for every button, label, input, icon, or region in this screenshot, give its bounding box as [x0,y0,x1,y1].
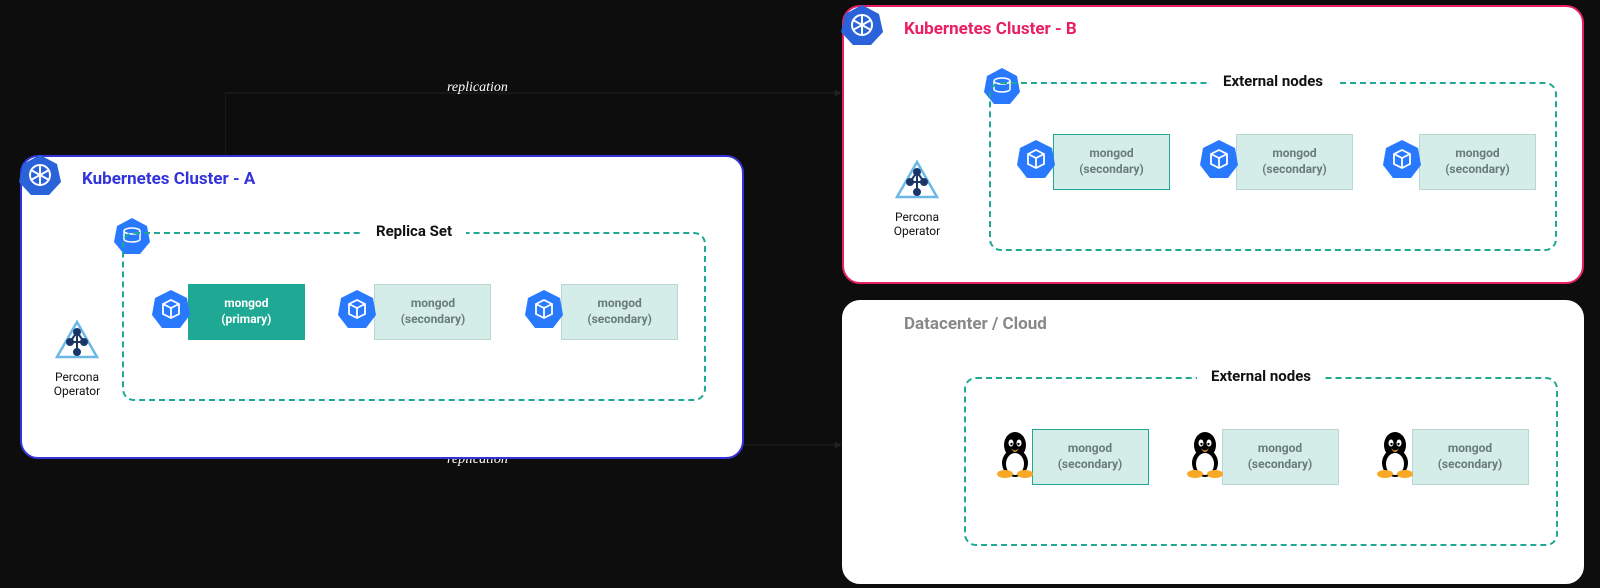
group-title: External nodes [1197,367,1325,385]
replica-set-group: Replica Set mongod(primary)mongod(second… [122,232,706,401]
node-row: mongod(primary) mongod(secondary) mongod(s… [124,234,704,340]
mongod-node: mongod(secondary) [336,284,491,340]
mongod-node: mongod(secondary) [1198,134,1353,190]
group-title: External nodes [1209,72,1337,90]
node-label: mongod(secondary) [1222,429,1339,485]
percona-operator: Percona Operator [52,317,102,398]
cluster-a: Kubernetes Cluster - A Percona Operator … [20,155,744,459]
node-row: mongod(secondary) mongod(secondary) mongod… [991,84,1555,190]
mongod-node: mongod(secondary) [1374,429,1529,485]
node-label: mongod(primary) [188,284,305,340]
node-label: mongod(secondary) [1236,134,1353,190]
mongod-node: mongod(secondary) [1184,429,1339,485]
cube-icon [150,289,192,335]
datacenter: Datacenter / Cloud External nodes mongod… [842,300,1584,584]
dc-title: Datacenter / Cloud [904,314,1582,334]
cluster-b-title: Kubernetes Cluster - B [904,19,1582,39]
replication-label-1: replication [447,80,508,96]
cube-icon [1198,139,1240,185]
external-nodes-group: External nodes mongod(secondary)mongod(s… [989,82,1557,251]
mongod-node: mongod(secondary) [1015,134,1170,190]
node-label: mongod(secondary) [1412,429,1529,485]
cube-icon [336,289,378,335]
node-label: mongod(secondary) [561,284,678,340]
node-row: mongod(secondary) mongod(secondary) mongod… [966,379,1556,485]
node-label: mongod(secondary) [1032,429,1149,485]
tux-icon [1184,431,1226,483]
node-label: mongod(secondary) [374,284,491,340]
mongod-node: mongod(secondary) [994,429,1149,485]
cluster-b: Kubernetes Cluster - B Percona Operator … [842,5,1584,284]
kubernetes-icon [18,153,62,201]
mongod-node: mongod(primary) [150,284,305,340]
tux-icon [994,431,1036,483]
node-label: mongod(secondary) [1419,134,1536,190]
cluster-a-title: Kubernetes Cluster - A [82,169,742,189]
external-nodes-group: External nodes mongod(secondary)mongod(s… [964,377,1558,546]
mongod-node: mongod(secondary) [523,284,678,340]
cube-icon [523,289,565,335]
tux-icon [1374,431,1416,483]
cube-icon [1015,139,1057,185]
percona-operator: Percona Operator [892,157,942,238]
mongod-node: mongod(secondary) [1381,134,1536,190]
node-label: mongod(secondary) [1053,134,1170,190]
cube-icon [1381,139,1423,185]
group-title: Replica Set [362,222,466,240]
kubernetes-icon [840,3,884,51]
